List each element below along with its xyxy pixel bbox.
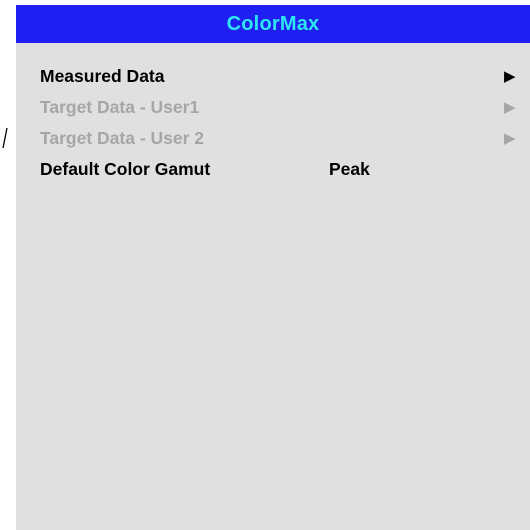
menu-item-label: Target Data - User 2 bbox=[40, 128, 205, 148]
menu-item-label: Default Color Gamut bbox=[40, 159, 211, 179]
submenu-arrow-icon: ▶ bbox=[504, 99, 516, 116]
menu-item-value: Peak bbox=[329, 159, 370, 179]
menu-item-label: Target Data - User1 bbox=[40, 97, 200, 117]
submenu-arrow-icon: ▶ bbox=[504, 68, 516, 85]
menu-item-target-data-user2: Target Data - User 2 ▶ bbox=[16, 123, 530, 154]
menu-list: Measured Data ▶ Target Data - User1 ▶ Ta… bbox=[16, 43, 530, 185]
menu-item-default-color-gamut[interactable]: Default Color Gamut Peak bbox=[16, 154, 530, 185]
edge-fragment-mark bbox=[1, 126, 8, 150]
menu-item-target-data-user1: Target Data - User1 ▶ bbox=[16, 92, 530, 123]
menu-item-label: Measured Data bbox=[40, 66, 165, 86]
menu-title: ColorMax bbox=[16, 5, 530, 43]
submenu-arrow-icon: ▶ bbox=[504, 130, 516, 147]
osd-menu-panel: ColorMax Measured Data ▶ Target Data - U… bbox=[16, 5, 530, 530]
menu-item-measured-data[interactable]: Measured Data ▶ bbox=[16, 61, 530, 92]
